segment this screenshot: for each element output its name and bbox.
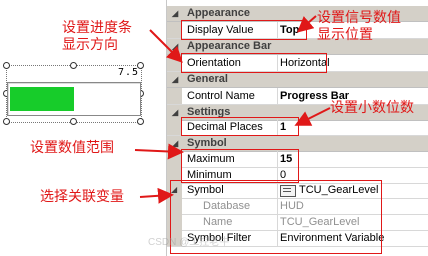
arrow-range	[134, 143, 184, 160]
arrow-decimal-places	[294, 107, 331, 126]
annotation-symbol: 选择关联变量	[40, 188, 124, 204]
annotation-orientation: 设置进度条 显示方向	[62, 19, 132, 52]
arrow-orientation	[149, 29, 183, 63]
annotation-range: 设置数值范围	[30, 139, 114, 155]
watermark: CSDN @工控老牛	[148, 237, 230, 248]
annotation-display-value: 设置信号数值 显示位置	[317, 9, 401, 42]
arrow-symbol	[139, 187, 174, 204]
arrow-display-value	[296, 15, 317, 33]
annotation-decimal-places: 设置小数位数	[330, 99, 414, 115]
